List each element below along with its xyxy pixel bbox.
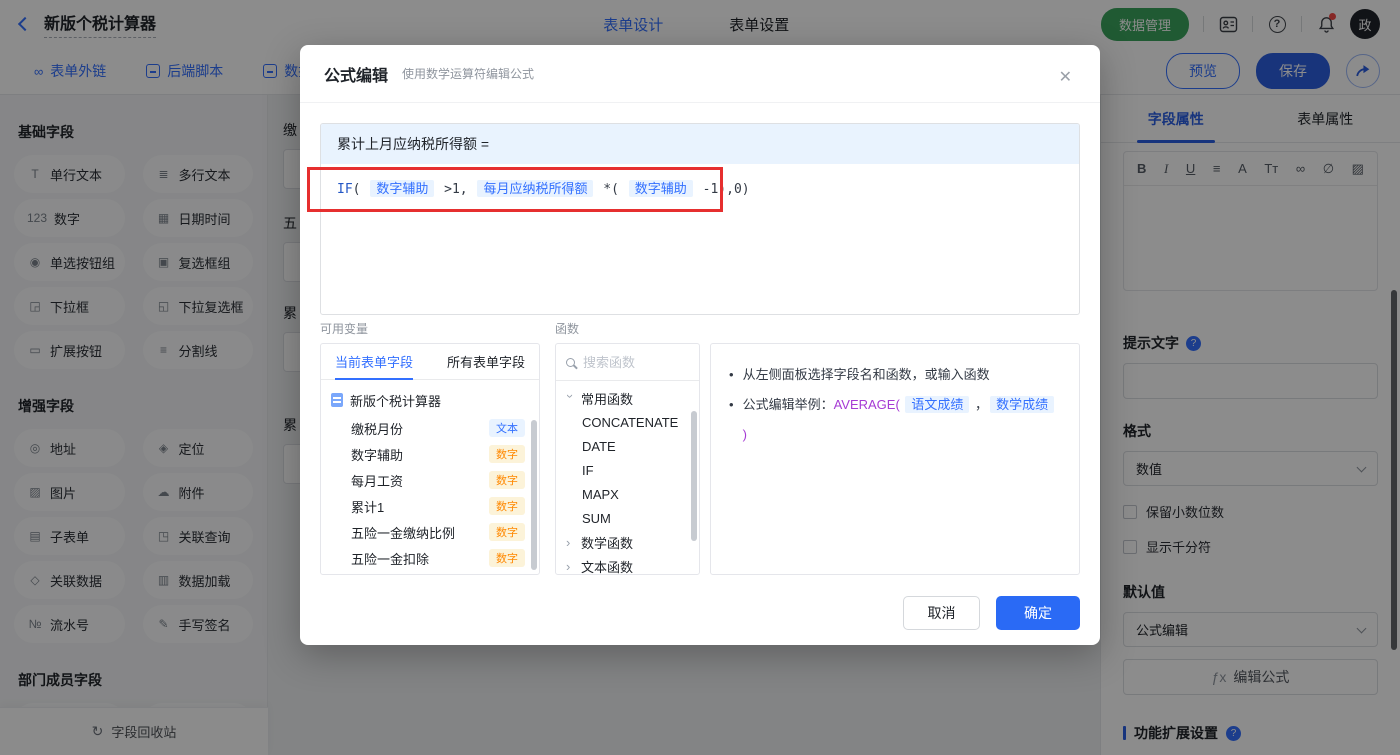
variable-row[interactable]: 五险一金扣除 数字 bbox=[321, 545, 539, 571]
function-group-label: 常用函数 bbox=[581, 391, 634, 407]
function-group[interactable]: › 文本函数 bbox=[556, 554, 699, 575]
close-icon[interactable]: ✕ bbox=[1059, 67, 1072, 87]
variables-panel: 当前表单字段 所有表单字段 新版个税计算器 缴税月份 文本 数字辅助 数字 每月工资 数字… bbox=[320, 343, 540, 575]
formula-text: -1),0) bbox=[694, 182, 750, 197]
formula-target-label: 累计上月应纳税所得额 = bbox=[321, 124, 1079, 164]
functions-panel: ›常用函数CONCATENATEDATEIFMAPXSUM›数学函数›文本函数 bbox=[555, 343, 700, 575]
functions-label: 函数 bbox=[555, 322, 580, 336]
variables-label: 可用变量 bbox=[320, 322, 369, 336]
variable-row[interactable]: 每月工资 数字 bbox=[321, 467, 539, 493]
variable-type-badge: 数字 bbox=[489, 497, 525, 515]
formula-tips-panel: • 从左侧面板选择字段名和函数，或输入函数 • 公式编辑举例：AVERAGE( … bbox=[710, 343, 1080, 575]
formula-text: ( bbox=[352, 182, 369, 197]
formula-text: AVERAGE( bbox=[833, 397, 904, 412]
field-token: 语文成绩 bbox=[905, 396, 970, 413]
variable-row[interactable]: 缴税月份 文本 bbox=[321, 415, 539, 441]
function-item-if[interactable]: IF bbox=[556, 458, 699, 482]
formula-expression[interactable]: IF( 数字辅助 >1, 每月应纳税所得额 *( 数字辅助 -1),0) bbox=[321, 164, 1079, 211]
form-doc-icon bbox=[331, 393, 343, 407]
modal-subtitle: 使用数学运算符编辑公式 bbox=[402, 67, 535, 81]
confirm-button[interactable]: 确定 bbox=[996, 596, 1080, 630]
formula-text: ， bbox=[971, 397, 989, 412]
variable-row[interactable]: 累计1 数字 bbox=[321, 493, 539, 519]
formula-text: *( bbox=[595, 182, 627, 197]
function-item-date[interactable]: DATE bbox=[556, 434, 699, 458]
tab-all-form-fields[interactable]: 所有表单字段 bbox=[447, 344, 525, 379]
variable-name: 五险一金缴纳比例 bbox=[351, 525, 456, 541]
function-item-sum[interactable]: SUM bbox=[556, 506, 699, 530]
variable-name: 累计1 bbox=[351, 499, 385, 515]
modal-header: 公式编辑 使用数学运算符编辑公式 bbox=[300, 45, 1100, 103]
variable-type-badge: 数字 bbox=[489, 471, 525, 489]
variable-name: 每月工资 bbox=[351, 473, 404, 489]
field-token: 每月应纳税所得额 bbox=[477, 180, 594, 197]
function-search bbox=[556, 344, 699, 381]
field-token: 数字辅助 bbox=[628, 180, 693, 197]
tip-row-1: • 从左侧面板选择字段名和函数，或输入函数 bbox=[729, 367, 990, 382]
variable-type-badge: 数字 bbox=[489, 445, 525, 463]
function-item-mapx[interactable]: MAPX bbox=[556, 482, 699, 506]
scrollbar-thumb[interactable] bbox=[691, 411, 697, 541]
variables-rows: 缴税月份 文本 数字辅助 数字 每月工资 数字 累计1 数字 五险一金缴纳比例 数字 五险一金扣除数… bbox=[321, 415, 539, 571]
function-group-label: 文本函数 bbox=[581, 559, 634, 575]
functions-list: › 常用函数 CONCATENATE DATE IF MAPX SUM › 数学函数 › 文本函数 bbox=[556, 381, 699, 574]
variable-row[interactable]: 五险一金缴纳比例 数字 bbox=[321, 519, 539, 545]
variable-name: 缴税月份 bbox=[351, 421, 404, 437]
formula-input-box: 累计上月应纳税所得额 = IF( 数字辅助 >1, 每月应纳税所得额 *( 数字… bbox=[320, 123, 1080, 315]
function-group-label: 数学函数 bbox=[581, 535, 634, 551]
variable-name: 五险一金扣除 bbox=[351, 551, 430, 567]
cancel-button[interactable]: 取消 bbox=[903, 596, 980, 630]
search-icon bbox=[566, 357, 575, 367]
variables-list: 新版个税计算器 缴税月份 文本 数字辅助 数字 每月工资 数字 累计1 数字 五险一金缴纳比例数… bbox=[321, 380, 539, 574]
functions-rows: › 常用函数 CONCATENATE DATE IF MAPX SUM › 数学函数 › 文本函数 bbox=[556, 386, 699, 575]
modal-title: 公式编辑 bbox=[324, 67, 389, 85]
field-token: 数学成绩 bbox=[990, 396, 1055, 413]
chevron-right-icon: › bbox=[566, 558, 571, 574]
variable-type-badge: 数字 bbox=[489, 549, 525, 567]
variable-type-badge: 数字 bbox=[489, 523, 525, 541]
variables-tree-root[interactable]: 新版个税计算器 bbox=[321, 385, 539, 415]
field-token: 数字辅助 bbox=[370, 180, 435, 197]
chevron-right-icon: › bbox=[566, 534, 571, 550]
formula-text: >1, bbox=[436, 182, 476, 197]
formula-text: 公式编辑举例： bbox=[742, 397, 834, 412]
variable-name: 数字辅助 bbox=[351, 447, 404, 463]
variable-type-badge: 文本 bbox=[489, 419, 525, 437]
formula-text: IF bbox=[337, 182, 353, 197]
tip-example: 公式编辑举例：AVERAGE( 语文成绩 ，数学成绩 ) bbox=[743, 390, 1061, 450]
tip-row-2: • 公式编辑举例：AVERAGE( 语文成绩 ，数学成绩 ) bbox=[729, 390, 1061, 450]
function-search-input[interactable] bbox=[583, 354, 673, 370]
function-group[interactable]: › 数学函数 bbox=[556, 530, 699, 554]
formula-editor-modal: 公式编辑 使用数学运算符编辑公式 ✕ 累计上月应纳税所得额 = IF( 数字辅助… bbox=[300, 45, 1100, 645]
function-group-common[interactable]: › 常用函数 bbox=[556, 386, 699, 410]
chevron-right-icon: › bbox=[563, 393, 578, 398]
function-item-concatenate[interactable]: CONCATENATE bbox=[556, 410, 699, 434]
scrollbar-thumb[interactable] bbox=[531, 420, 537, 570]
tab-current-form-fields[interactable]: 当前表单字段 bbox=[335, 344, 414, 380]
variable-row[interactable]: 数字辅助 数字 bbox=[321, 441, 539, 467]
